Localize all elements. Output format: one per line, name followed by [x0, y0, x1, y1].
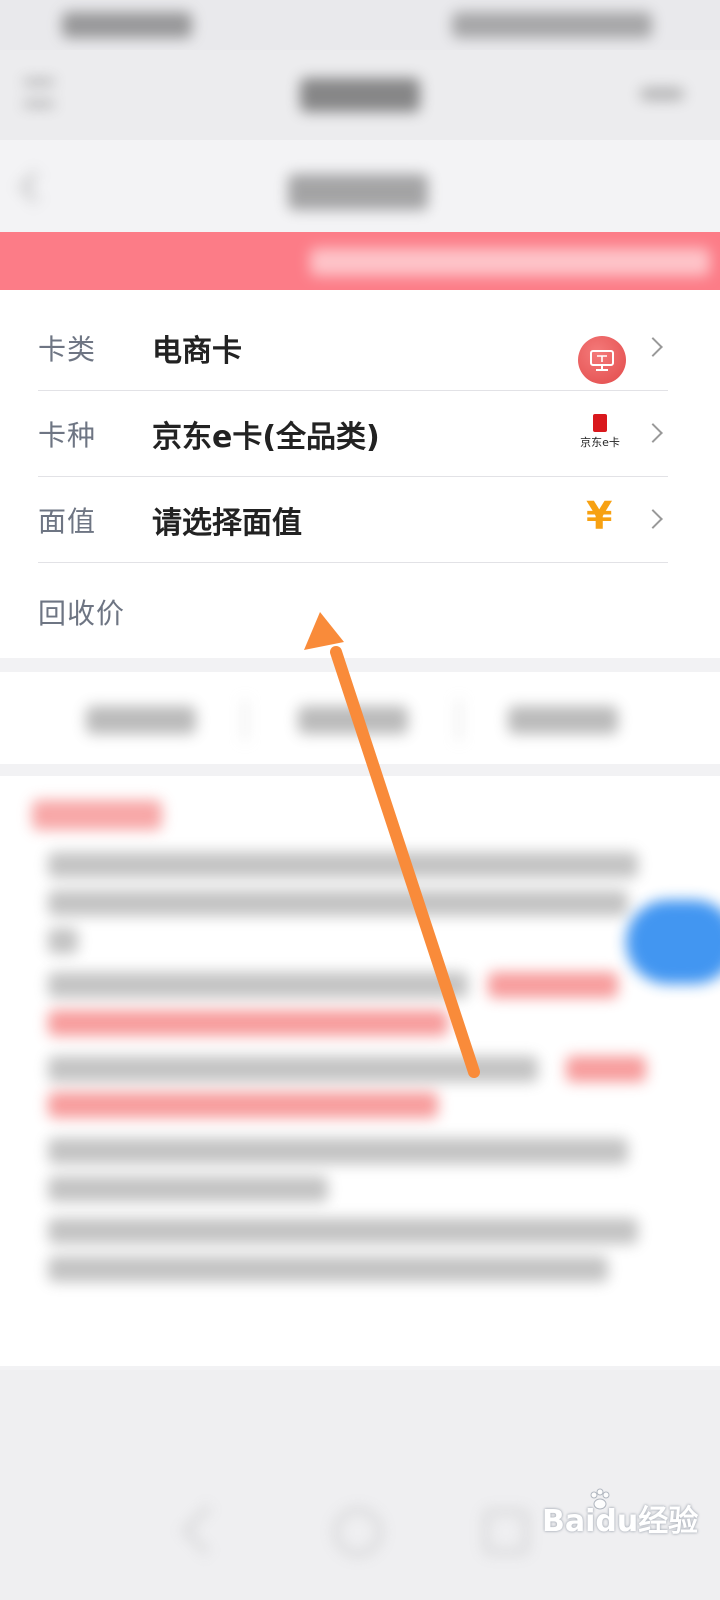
chevron-right-icon — [643, 337, 663, 357]
instructions-line — [48, 1256, 608, 1282]
card-type-value[interactable]: 电商卡 — [152, 326, 242, 370]
monitor-icon — [578, 336, 626, 384]
menu-icon[interactable] — [24, 80, 54, 106]
tab-1[interactable] — [86, 706, 196, 734]
baidu-jingyan-watermark: Baidu经验 — [542, 1504, 699, 1539]
tab-3[interactable] — [508, 706, 618, 734]
instructions-line-warning — [48, 1010, 448, 1036]
app-title — [300, 78, 420, 112]
card-kind-label: 卡种 — [38, 419, 97, 452]
instructions-line — [48, 972, 468, 998]
nav-recent-icon[interactable] — [484, 1510, 528, 1554]
recycle-price-label: 回收价 — [38, 597, 126, 630]
customer-service-fab[interactable] — [626, 900, 720, 984]
yen-icon: ¥ — [586, 494, 613, 538]
page-title — [288, 174, 428, 210]
status-bar-signal — [62, 12, 192, 38]
instructions-line-warning — [48, 1092, 438, 1118]
instructions-line — [48, 890, 628, 916]
instructions-line-warning — [488, 972, 618, 998]
face-value-select[interactable]: 请选择面值 — [152, 498, 302, 542]
chevron-right-icon — [643, 423, 663, 443]
tab-divider — [244, 700, 246, 740]
card-kind-value[interactable]: 京东e卡(全品类) — [152, 412, 380, 456]
face-value-label: 面值 — [38, 505, 97, 538]
more-icon[interactable] — [640, 88, 684, 100]
status-bar-battery-time — [452, 12, 652, 38]
tab-divider — [458, 700, 460, 740]
notice-marquee-text — [310, 248, 710, 276]
chevron-right-icon — [643, 509, 663, 529]
instructions-line — [48, 928, 78, 954]
jd-ecard-icon: 京东e卡 — [578, 414, 622, 454]
instructions-line — [48, 1138, 628, 1164]
instructions-line — [48, 1056, 538, 1082]
instructions-title — [32, 800, 162, 830]
instructions-line-warning — [566, 1056, 646, 1082]
instructions-line — [48, 1176, 328, 1202]
card-type-label: 卡类 — [38, 333, 97, 366]
card-type-row[interactable]: 卡类 电商卡 — [38, 304, 668, 391]
face-value-row[interactable]: 面值 请选择面值 ¥ — [38, 476, 668, 563]
instructions-line — [48, 1218, 638, 1244]
instructions-line — [48, 852, 638, 878]
system-nav-bar — [0, 1370, 720, 1600]
nav-home-icon[interactable] — [334, 1508, 382, 1556]
card-kind-row[interactable]: 卡种 京东e卡(全品类) 京东e卡 — [38, 390, 668, 477]
tab-2[interactable] — [298, 706, 408, 734]
